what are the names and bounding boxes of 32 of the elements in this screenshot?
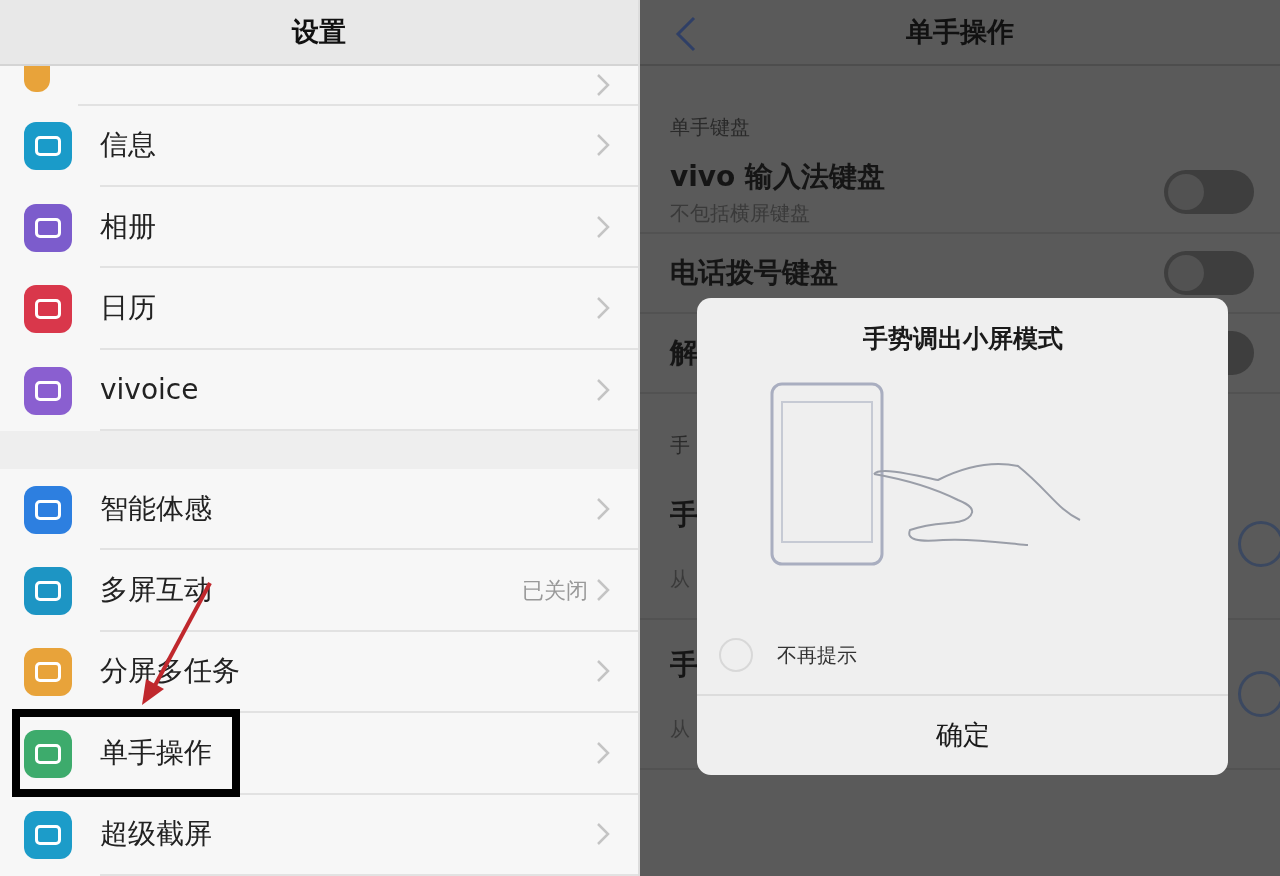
setting-label: 电话拨号键盘	[670, 255, 838, 291]
page-title: 单手操作	[640, 0, 1280, 66]
confirm-button[interactable]: 确定	[697, 693, 1228, 775]
settings-item[interactable]: 日历	[0, 268, 638, 350]
settings-item[interactable]: 相册	[0, 187, 638, 269]
chevron-icon	[596, 214, 610, 239]
chevron-icon	[596, 740, 610, 765]
chevron-icon	[596, 296, 610, 321]
setting-label: 手	[670, 497, 698, 533]
setting-label: 解	[670, 335, 698, 371]
setting-label: vivo 输入法键盘	[670, 159, 886, 195]
chevron-icon	[596, 578, 610, 603]
chevron-icon	[596, 659, 610, 684]
radio-button[interactable]	[1238, 521, 1280, 567]
chevron-icon	[596, 822, 610, 847]
chevron-icon	[596, 133, 610, 158]
back-icon[interactable]	[674, 14, 698, 54]
page-title: 设置	[0, 0, 638, 66]
settings-item[interactable]: 超级截屏	[0, 794, 638, 876]
settings-item[interactable]: 单手操作	[0, 713, 638, 795]
settings-item[interactable]: 信息	[0, 105, 638, 188]
chevron-icon	[596, 72, 610, 97]
toggle-switch[interactable]	[1164, 251, 1254, 295]
dialog-title: 手势调出小屏模式	[862, 323, 1063, 355]
status-text: 已关闭	[522, 576, 588, 605]
radio-button[interactable]	[1238, 671, 1280, 717]
setting-label: 手	[670, 647, 698, 683]
chevron-icon	[596, 377, 610, 402]
settings-item[interactable]: 智能体感	[0, 469, 638, 551]
checkbox-label: 不再提示	[777, 641, 857, 669]
toggle-switch[interactable]	[1164, 170, 1254, 214]
chevron-icon	[596, 496, 610, 521]
